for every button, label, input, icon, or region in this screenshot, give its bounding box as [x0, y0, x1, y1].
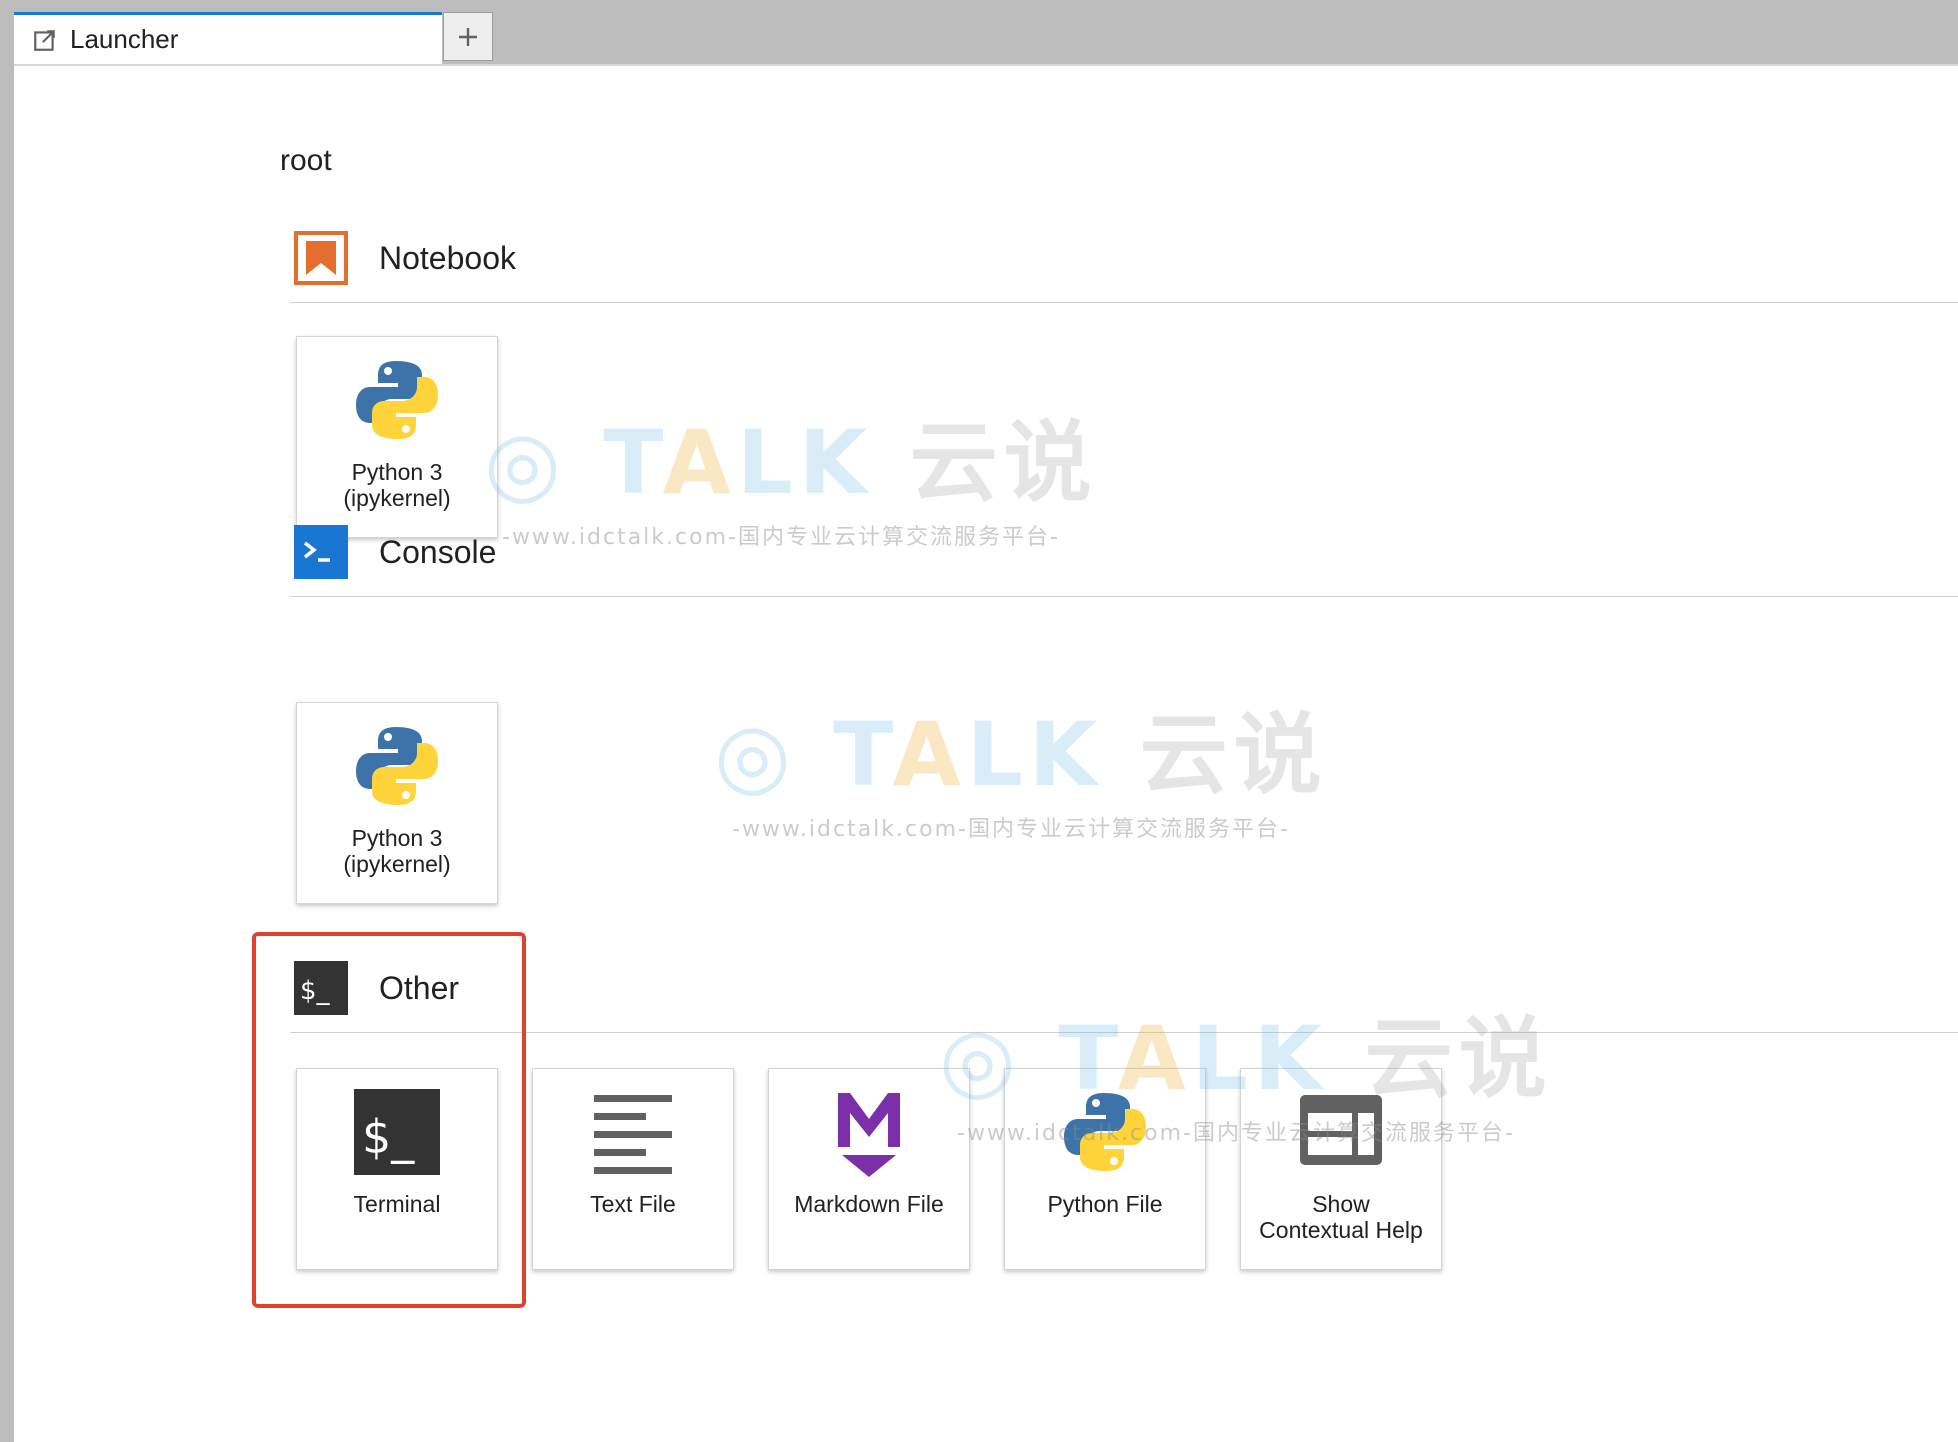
card-label: Python File: [1047, 1191, 1163, 1217]
launcher-card-python-file[interactable]: Python File: [1004, 1068, 1206, 1270]
python-logo-icon: [1064, 1093, 1146, 1171]
card-label: Markdown File: [794, 1191, 944, 1217]
section-divider: [290, 302, 1958, 303]
section-header-other: $_ Other: [294, 958, 459, 1018]
watermark: ◎ TALK 云说 -www.idctalk.com-国内专业云计算交流服务平台…: [714, 703, 1328, 842]
python-logo-icon: [356, 727, 438, 805]
tab-bar: Launcher: [0, 0, 1958, 64]
terminal-icon: $_: [294, 961, 348, 1015]
tab-launcher[interactable]: Launcher: [14, 12, 442, 64]
launcher-card-console-python3[interactable]: Python 3 (ipykernel): [296, 702, 498, 904]
launcher-card-markdown-file[interactable]: Markdown File: [768, 1068, 970, 1270]
card-label: Python 3 (ipykernel): [343, 825, 451, 877]
svg-text:$_: $_: [362, 1110, 415, 1164]
launcher-card-text-file[interactable]: Text File: [532, 1068, 734, 1270]
console-icon: [294, 525, 348, 579]
contextual-help-icon: [1300, 1095, 1382, 1165]
launch-icon: [34, 29, 55, 51]
tab-label: Launcher: [70, 24, 179, 54]
section-divider: [290, 1032, 1958, 1033]
python-logo-icon: [356, 361, 438, 439]
add-tab-button[interactable]: [443, 12, 493, 61]
launcher-panel: root Notebook Python 3 (ipykernel) Conso…: [14, 64, 1958, 1442]
current-directory: root: [280, 144, 332, 177]
card-label: Terminal: [353, 1191, 441, 1217]
launcher-card-contextual-help[interactable]: Show Contextual Help: [1240, 1068, 1442, 1270]
watermark: ◎ TALK 云说 -www.idctalk.com-国内专业云计算交流服务平台…: [484, 411, 1098, 550]
launcher-card-notebook-python3[interactable]: Python 3 (ipykernel): [296, 336, 498, 538]
markdown-icon: [838, 1093, 900, 1177]
section-title-console: Console: [379, 533, 497, 570]
section-title-other: Other: [379, 969, 460, 1006]
section-divider: [290, 596, 1958, 597]
launcher-card-terminal[interactable]: $_ Terminal: [296, 1068, 498, 1270]
card-label: Text File: [590, 1191, 676, 1217]
plus-icon: [459, 27, 477, 46]
card-label: Show Contextual Help: [1259, 1191, 1423, 1243]
section-header-console: Console: [294, 522, 496, 582]
text-file-icon: [594, 1095, 672, 1174]
section-title-notebook: Notebook: [379, 239, 516, 276]
section-header-notebook: Notebook: [294, 228, 516, 288]
terminal-icon: $_: [354, 1089, 440, 1175]
notebook-icon: [294, 231, 348, 285]
svg-text:$_: $_: [300, 976, 331, 1006]
card-label: Python 3 (ipykernel): [343, 459, 451, 511]
